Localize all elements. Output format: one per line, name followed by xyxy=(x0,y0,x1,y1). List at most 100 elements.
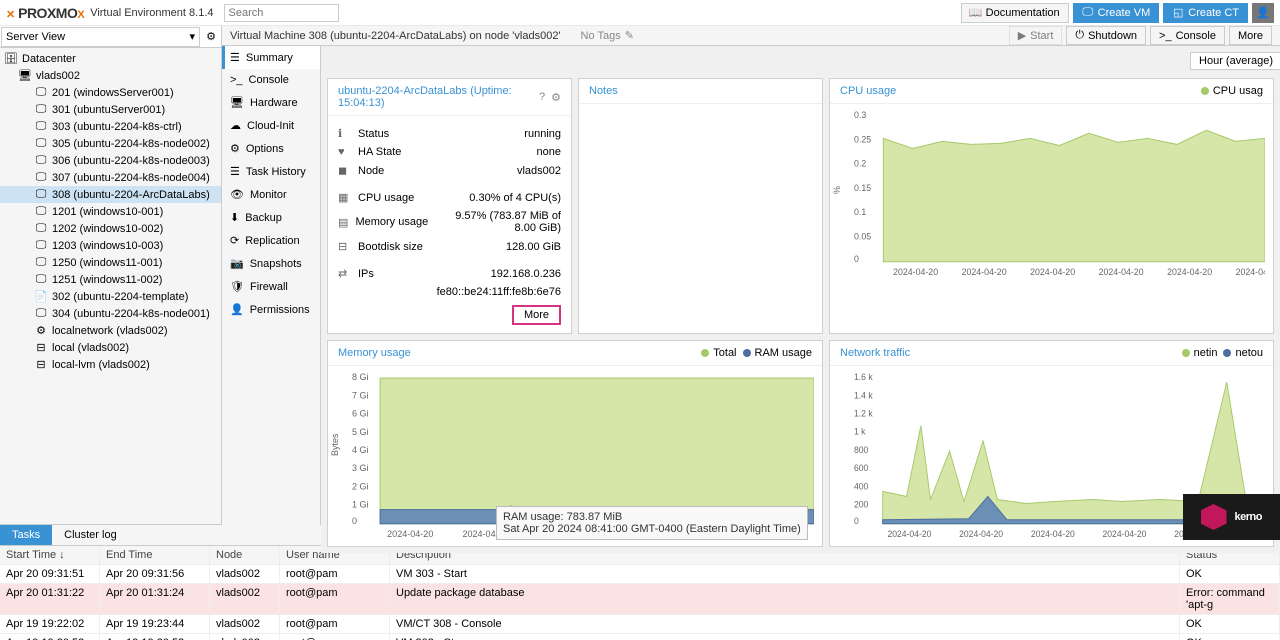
memory-chart-panel: Memory usage Total RAM usage Bytes 8 Gi7… xyxy=(327,340,823,547)
tree-node[interactable]: 🖵308 (ubuntu-2204-ArcDataLabs) xyxy=(0,186,221,203)
tree-node[interactable]: 🖵307 (ubuntu-2204-k8s-node004) xyxy=(0,169,221,186)
node-label: 1201 (windows10-001) xyxy=(52,206,163,218)
svg-text:0.25: 0.25 xyxy=(854,134,871,144)
search-input[interactable] xyxy=(224,4,339,22)
cpu-chart-panel: CPU usage CPU usag % 0.30.250.20.150.10.… xyxy=(829,78,1274,334)
more-actions-button[interactable]: More xyxy=(1229,26,1272,45)
tree-node[interactable]: 🖵301 (ubuntuServer001) xyxy=(0,101,221,118)
tree-node[interactable]: 🗄Datacenter xyxy=(0,50,221,67)
start-button[interactable]: ▶Start xyxy=(1009,26,1063,45)
tab-options[interactable]: ⚙Options xyxy=(222,137,320,160)
tree-node[interactable]: ⊟local (vlads002) xyxy=(0,339,221,356)
log-header-cell[interactable]: End Time xyxy=(100,546,210,564)
log-row[interactable]: Apr 20 09:31:51Apr 20 09:31:56vlads002ro… xyxy=(0,565,1280,584)
tree-node[interactable]: 🖥vlads002 xyxy=(0,67,221,84)
tab-permissions[interactable]: 👤 Permissions xyxy=(222,298,320,321)
cluster-log-tab[interactable]: Cluster log xyxy=(52,525,129,545)
ips-more-button[interactable]: More xyxy=(512,305,561,325)
svg-text:0.15: 0.15 xyxy=(854,183,871,193)
tab-menu: ☰Summary>_Console🖥Hardware☁Cloud-Init⚙Op… xyxy=(222,46,321,553)
status-row: ♥HA Statenone xyxy=(338,143,561,161)
console-button[interactable]: >_Console xyxy=(1150,26,1225,45)
tree-node[interactable]: 🖵304 (ubuntu-2204-k8s-node001) xyxy=(0,305,221,322)
edit-tags-icon[interactable]: ✎ xyxy=(625,30,634,42)
monitor-icon: 🖵 xyxy=(1082,7,1094,19)
play-icon: ▶ xyxy=(1018,29,1026,42)
tasks-tab[interactable]: Tasks xyxy=(0,525,52,545)
book-icon: 📖 xyxy=(970,7,982,19)
tab-label: Options xyxy=(246,143,284,155)
node-icon: 🗄 xyxy=(4,52,18,65)
user-menu[interactable]: 👤 xyxy=(1252,3,1274,23)
tab-icon: >_ xyxy=(230,74,243,86)
tab-monitor[interactable]: 👁Monitor xyxy=(222,183,320,206)
view-selector[interactable]: Server View▾ xyxy=(1,27,200,47)
tab-replication[interactable]: ⟳Replication xyxy=(222,229,320,252)
node-icon: 🖵 xyxy=(34,222,48,235)
tab-icon: 🛡 xyxy=(230,280,244,293)
tree-settings-button[interactable]: ⚙ xyxy=(201,27,221,47)
shutdown-button[interactable]: ⏻Shutdown xyxy=(1066,26,1146,45)
tree-node[interactable]: 🖵1251 (windows11-002) xyxy=(0,271,221,288)
node-label: 301 (ubuntuServer001) xyxy=(52,104,165,116)
log-row[interactable]: Apr 19 19:20:52Apr 19 19:20:53vlads002ro… xyxy=(0,634,1280,640)
svg-text:1.4 k: 1.4 k xyxy=(854,390,873,400)
tree-node[interactable]: 🖵1203 (windows10-003) xyxy=(0,237,221,254)
node-label: local-lvm (vlads002) xyxy=(52,359,150,371)
cpu-chart: % 0.30.250.20.150.10.050 2024-04-202024-… xyxy=(830,104,1273,284)
tab-label: Task History xyxy=(246,166,306,178)
svg-text:2024-04-20: 2024-04-20 xyxy=(893,267,938,277)
tab-console[interactable]: >_Console xyxy=(222,69,320,91)
tree-node[interactable]: 🖵305 (ubuntu-2204-k8s-node002) xyxy=(0,135,221,152)
cpu-chart-title: CPU usage xyxy=(840,85,896,97)
tab-icon: 👤 xyxy=(230,303,244,316)
node-label: vlads002 xyxy=(36,70,80,82)
tree-node[interactable]: 🖵303 (ubuntu-2204-k8s-ctrl) xyxy=(0,118,221,135)
status-row: ⊟Bootdisk size128.00 GiB xyxy=(338,237,561,256)
tab-firewall[interactable]: 🛡Firewall xyxy=(222,275,320,298)
svg-text:0.05: 0.05 xyxy=(854,231,871,241)
svg-text:1 Gi: 1 Gi xyxy=(352,500,369,510)
node-icon: 🖵 xyxy=(34,273,48,286)
svg-text:800: 800 xyxy=(854,445,868,455)
node-icon: 🖵 xyxy=(34,86,48,99)
log-header-cell[interactable]: Node xyxy=(210,546,280,564)
tree-node[interactable]: 📄302 (ubuntu-2204-template) xyxy=(0,288,221,305)
documentation-button[interactable]: 📖Documentation xyxy=(961,3,1069,23)
node-label: 307 (ubuntu-2204-k8s-node004) xyxy=(52,172,210,184)
kerno-mark-icon xyxy=(1201,504,1227,530)
gear-icon[interactable]: ⚙ xyxy=(551,91,561,104)
tab-cloud-init[interactable]: ☁Cloud-Init xyxy=(222,114,320,137)
tab-label: Backup xyxy=(245,212,282,224)
create-ct-button[interactable]: ◱Create CT xyxy=(1163,3,1248,23)
help-icon[interactable]: ? xyxy=(539,91,545,104)
tab-hardware[interactable]: 🖥Hardware xyxy=(222,91,320,114)
create-vm-button[interactable]: 🖵Create VM xyxy=(1073,3,1160,23)
chevron-down-icon: ▾ xyxy=(189,30,195,43)
tree-node[interactable]: 🖵1201 (windows10-001) xyxy=(0,203,221,220)
tree-node[interactable]: ⚙localnetwork (vlads002) xyxy=(0,322,221,339)
tab-summary[interactable]: ☰Summary xyxy=(222,46,320,69)
svg-text:2024-04-20: 2024-04-20 xyxy=(887,529,931,539)
status-row: ▦CPU usage0.30% of 4 CPU(s) xyxy=(338,188,561,207)
timerange-select[interactable]: Hour (average) xyxy=(1190,52,1280,70)
svg-text:2024-04-20: 2024-04-20 xyxy=(1031,529,1075,539)
log-row[interactable]: Apr 19 19:22:02Apr 19 19:23:44vlads002ro… xyxy=(0,615,1280,634)
tab-snapshots[interactable]: 📷Snapshots xyxy=(222,252,320,275)
tab-backup[interactable]: ⬇Backup xyxy=(222,206,320,229)
tree-node[interactable]: 🖵1250 (windows11-001) xyxy=(0,254,221,271)
tab-icon: ⟳ xyxy=(230,234,239,247)
log-header-cell[interactable]: Start Time ↓ xyxy=(0,546,100,564)
tree-node[interactable]: 🖵306 (ubuntu-2204-k8s-node003) xyxy=(0,152,221,169)
tab-label: Permissions xyxy=(250,304,310,316)
tab-icon: 👁 xyxy=(230,188,244,201)
kerno-watermark: kerno xyxy=(1183,494,1280,540)
tab-label: Hardware xyxy=(250,97,298,109)
node-label: 304 (ubuntu-2204-k8s-node001) xyxy=(52,308,210,320)
tree-node[interactable]: ⊟local-lvm (vlads002) xyxy=(0,356,221,373)
tab-task-history[interactable]: ☰Task History xyxy=(222,160,320,183)
tab-icon: ☰ xyxy=(230,51,240,64)
tree-node[interactable]: 🖵201 (windowsServer001) xyxy=(0,84,221,101)
tree-node[interactable]: 🖵1202 (windows10-002) xyxy=(0,220,221,237)
log-row[interactable]: Apr 20 01:31:22Apr 20 01:31:24vlads002ro… xyxy=(0,584,1280,615)
